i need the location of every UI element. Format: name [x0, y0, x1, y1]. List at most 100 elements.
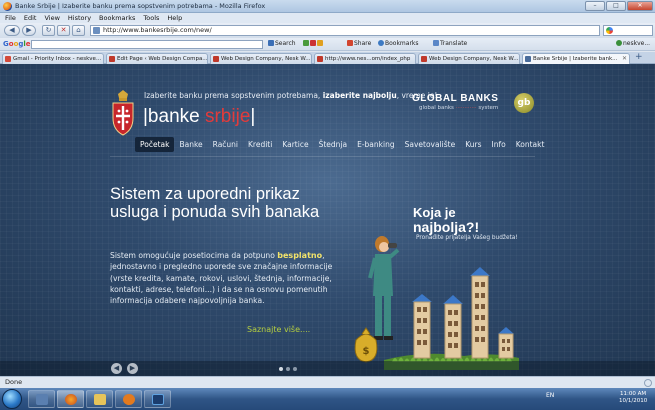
tab-index-php[interactable]: http://www.nes...om/index_php	[314, 53, 416, 64]
start-button[interactable]	[2, 389, 22, 409]
menu-view[interactable]: View	[44, 13, 59, 23]
nav-krediti[interactable]: Krediti	[243, 137, 277, 152]
status-indicator-icon	[644, 379, 652, 387]
share-icon	[347, 40, 353, 46]
google-search-button[interactable]: Search	[268, 38, 296, 50]
home-button[interactable]: ⌂	[72, 25, 85, 36]
status-text: Done	[5, 378, 23, 386]
pagerank-icon	[303, 40, 309, 46]
slider-dot[interactable]	[279, 367, 283, 371]
back-button[interactable]: ◀	[4, 25, 20, 36]
menu-tools[interactable]: Tools	[143, 13, 159, 23]
taskbar-save-app[interactable]	[28, 390, 55, 408]
menu-edit[interactable]: Edit	[24, 13, 37, 23]
language-indicator[interactable]: EN	[546, 392, 554, 399]
nav-e-banking[interactable]: E-banking	[352, 137, 400, 152]
web-page: Izaberite banku prema sopstvenim potreba…	[0, 64, 655, 376]
window-title-bar: Banke Srbije | Izaberite banku prema sop…	[0, 0, 655, 13]
gmail-icon	[310, 40, 316, 46]
taskbar-media-player[interactable]	[115, 390, 142, 408]
translate-icon	[433, 40, 439, 46]
site-tagline: Izaberite banku prema sopstvenim potreba…	[144, 91, 438, 100]
toolbar-buttons-group[interactable]	[303, 38, 324, 50]
hero-title: Sistem za uporedni prikaz usluga i ponud…	[110, 185, 320, 221]
close-button[interactable]: ✕	[627, 1, 653, 11]
translate-button[interactable]: Translate	[433, 38, 467, 50]
nav-info[interactable]: Info	[487, 137, 511, 152]
stop-button[interactable]: ✕	[57, 25, 70, 36]
nav-racuni[interactable]: Računi	[208, 137, 243, 152]
system-tray: EN	[546, 392, 554, 399]
google-logo: Google	[3, 40, 31, 48]
tab-gmail[interactable]: Gmail - Priority Inbox - neskve...	[2, 53, 104, 64]
menu-bar: File Edit View History Bookmarks Tools H…	[0, 13, 655, 23]
reload-button[interactable]: ↻	[42, 25, 55, 36]
tab-edit-page[interactable]: Edit Page ‹ Web Design Compa...	[106, 53, 208, 64]
site-favicon-icon	[317, 56, 323, 62]
search-bar[interactable]	[603, 25, 653, 36]
share-button[interactable]: Share	[347, 38, 371, 50]
address-bar[interactable]: http://www.bankesrbije.com/new/	[90, 25, 600, 36]
google-icon	[606, 27, 613, 34]
slider-dot[interactable]	[293, 367, 297, 371]
taskbar-firefox[interactable]	[57, 390, 84, 408]
promo-subtext: Pronađite prijatelja Vašeg budžeta!	[416, 235, 518, 241]
nav-stednja[interactable]: Štednja	[314, 137, 353, 152]
firefox-icon	[65, 394, 77, 405]
photoshop-icon	[152, 394, 164, 405]
building-3	[470, 267, 490, 359]
window-controls: – □ ✕	[585, 1, 653, 11]
taskbar-photoshop[interactable]	[144, 390, 171, 408]
google-search-input[interactable]	[31, 40, 263, 49]
minimize-button[interactable]: –	[585, 1, 605, 11]
serbian-crest-icon	[112, 90, 134, 136]
site-favicon-icon	[421, 56, 427, 62]
slider-next-button[interactable]: ▶	[127, 363, 138, 374]
google-account-button[interactable]: neskve...	[616, 38, 650, 50]
building-1	[412, 294, 432, 359]
gmail-icon	[5, 56, 11, 62]
close-tab-icon[interactable]: ✕	[622, 54, 627, 64]
maximize-button[interactable]: □	[606, 1, 626, 11]
media-player-icon	[123, 394, 135, 405]
nav-kartice[interactable]: Kartice	[277, 137, 313, 152]
building-4	[498, 327, 514, 359]
status-bar: Done	[0, 376, 655, 388]
main-navigation: Početak Banke Računi Krediti Kartice Šte…	[135, 137, 549, 152]
nav-banke[interactable]: Banke	[174, 137, 207, 152]
slider-dot[interactable]	[286, 367, 290, 371]
new-tab-button[interactable]: +	[635, 52, 643, 62]
read-more-link[interactable]: Saznajte više....	[247, 325, 310, 334]
menu-file[interactable]: File	[5, 13, 16, 23]
menu-history[interactable]: History	[68, 13, 91, 23]
star-icon	[378, 40, 384, 46]
menu-bookmarks[interactable]: Bookmarks	[99, 13, 135, 23]
site-logo[interactable]: |banke srbije|	[143, 106, 255, 128]
windows-taskbar: EN 11:00 AM 10/1/2010	[0, 388, 655, 410]
site-favicon-icon	[525, 56, 531, 62]
nav-pocetak[interactable]: Početak	[135, 137, 175, 152]
search-icon	[268, 40, 274, 46]
hero-illustration: $	[354, 236, 519, 370]
menu-help[interactable]: Help	[167, 13, 182, 23]
nav-savetovaliste[interactable]: Savetovalište	[400, 137, 461, 152]
firefox-icon	[3, 2, 12, 11]
nav-kurs[interactable]: Kurs	[460, 137, 486, 152]
tab-web-design-1[interactable]: Web Design Company, Nesk W...	[210, 53, 312, 64]
bookmarks-button[interactable]: Bookmarks	[378, 38, 419, 50]
promo-heading: Koja je najbolja?!	[413, 205, 480, 235]
system-clock[interactable]: 11:00 AM 10/1/2010	[619, 391, 647, 405]
floppy-icon	[36, 394, 48, 405]
forward-button[interactable]: ▶	[22, 25, 36, 36]
site-favicon-icon	[213, 56, 219, 62]
slider-controls	[0, 361, 655, 376]
slider-prev-button[interactable]: ◀	[111, 363, 122, 374]
folder-icon	[94, 394, 106, 405]
hero-description: Sistem omogućuje posetiocima da potpuno …	[110, 251, 333, 306]
taskbar-explorer[interactable]	[86, 390, 113, 408]
tab-web-design-2[interactable]: Web Design Company, Nesk W...	[418, 53, 520, 64]
window-title: Banke Srbije | Izaberite banku prema sop…	[15, 2, 266, 10]
nav-kontakt[interactable]: Kontakt	[511, 137, 550, 152]
global-banks-logo[interactable]: GLOBAL BANKS global banks ············ s…	[412, 92, 534, 116]
news-icon	[317, 40, 323, 46]
